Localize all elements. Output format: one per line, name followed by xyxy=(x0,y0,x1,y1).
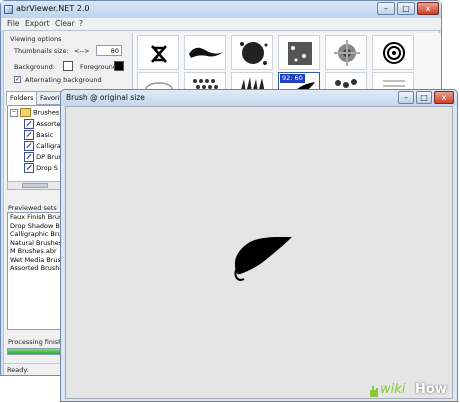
sponge-brush-icon xyxy=(288,42,312,65)
brush-file-icon xyxy=(24,163,34,173)
thumbnail[interactable] xyxy=(372,35,414,70)
thumbnail-size-label: 92: 60 xyxy=(280,74,305,83)
foreground-color-swatch[interactable] xyxy=(114,61,124,71)
tree-item[interactable]: Assorted xyxy=(24,119,64,130)
splatter-brush-icon xyxy=(240,42,268,65)
wikihow-watermark: wiki How xyxy=(368,381,458,401)
main-title-bar[interactable]: abrViewer.NET 2.0 – □ x xyxy=(1,1,441,18)
previewed-item[interactable]: Natural Brushes 2 xyxy=(8,239,64,248)
watermark-part2: How xyxy=(415,382,447,397)
popup-minimize-button[interactable]: – xyxy=(398,91,414,104)
brush-file-icon xyxy=(24,152,34,162)
brush-file-icon xyxy=(24,141,34,151)
background-label: Background: xyxy=(14,63,55,71)
menu-export[interactable]: Export xyxy=(25,19,50,28)
previewed-item[interactable]: Wet Media Brushes xyxy=(8,256,64,265)
spiral-brush-icon xyxy=(383,42,405,64)
hand-icon xyxy=(370,386,378,397)
previewed-item[interactable]: M Brushes.abr xyxy=(8,247,64,256)
tree-item-label: Drop S xyxy=(36,164,58,172)
brush-window-title-bar[interactable]: Brush @ original size – □ x xyxy=(61,90,457,106)
flower-brush-icon xyxy=(334,40,360,66)
previewed-item[interactable]: Faux Finish Brushes xyxy=(8,213,64,222)
thumb-size-input[interactable]: 80 xyxy=(96,45,122,56)
brush-window-title: Brush @ original size xyxy=(66,93,145,102)
thumbnail[interactable] xyxy=(184,35,226,70)
previewed-item[interactable]: Drop Shadow Brushes xyxy=(8,222,64,231)
tree-item[interactable]: Calligraphic xyxy=(24,141,64,152)
tree-item[interactable]: Basic xyxy=(24,130,53,141)
thumbnail[interactable] xyxy=(278,35,320,70)
viewing-options-label: Viewing options xyxy=(10,35,62,43)
previewed-sets-list: Faux Finish Brushes Drop Shadow Brushes … xyxy=(7,212,65,330)
watermark-part1: wiki xyxy=(380,382,406,397)
tree-item-label: Basic xyxy=(36,131,54,139)
thumbnail[interactable] xyxy=(231,35,273,70)
thumbnail[interactable] xyxy=(137,35,179,70)
brush-file-icon xyxy=(24,119,34,129)
menu-file[interactable]: File xyxy=(7,19,20,28)
tab-folders[interactable]: Folders xyxy=(6,91,38,105)
brush-file-icon xyxy=(24,130,34,140)
menu-help[interactable]: ? xyxy=(79,19,83,28)
popup-maximize-button[interactable]: □ xyxy=(416,91,432,104)
scrollbar-thumb[interactable] xyxy=(22,183,48,188)
folder-icon xyxy=(20,108,32,117)
folder-tree: − Brushes Assorted Basic Calligraphic DP… xyxy=(7,105,65,190)
tree-horizontal-scrollbar[interactable] xyxy=(7,181,65,190)
tree-item[interactable]: DP Brushes xyxy=(24,152,64,163)
previewed-item[interactable]: Calligraphic Brushes xyxy=(8,230,64,239)
tab-strip: Folders Favorites xyxy=(6,91,74,105)
minimize-button[interactable]: – xyxy=(377,2,395,15)
app-icon xyxy=(4,5,13,14)
main-window-title: abrViewer.NET 2.0 xyxy=(16,4,90,13)
menu-clear[interactable]: Clear xyxy=(55,19,75,28)
close-button[interactable]: x xyxy=(417,2,439,15)
maximize-button[interactable]: □ xyxy=(397,2,415,15)
alternating-background-label: Alternating background xyxy=(25,76,102,84)
alternating-background-checkbox[interactable]: ✓ xyxy=(14,76,21,83)
tree-root[interactable]: − Brushes xyxy=(10,108,59,119)
status-text: Ready. xyxy=(7,366,29,374)
tree-item[interactable]: Drop S xyxy=(24,163,58,174)
thumb-size-label: Thumbnails size: xyxy=(14,47,69,55)
leaf-brush-shape xyxy=(234,236,292,281)
previewed-sets-label: Previewed sets xyxy=(8,204,57,212)
brush-canvas xyxy=(65,106,453,399)
thumbnail[interactable] xyxy=(325,35,367,70)
viewing-options-group: Viewing options Thumbnails size: <--> 80… xyxy=(8,35,124,86)
progress-fill xyxy=(8,349,62,354)
brush-preview-window: Brush @ original size – □ x xyxy=(60,89,458,402)
popup-close-button[interactable]: x xyxy=(434,91,454,104)
x-brush-icon xyxy=(151,45,167,63)
scribble-brush-icon xyxy=(189,47,223,58)
menu-bar: File Export Clear ? xyxy=(1,18,441,30)
collapse-icon[interactable]: − xyxy=(10,108,18,117)
thumb-size-arrow: <--> xyxy=(74,47,90,55)
background-color-swatch[interactable] xyxy=(63,61,73,71)
progress-bar xyxy=(7,348,65,355)
tree-root-label: Brushes xyxy=(33,108,60,117)
previewed-item[interactable]: Assorted Brushes.abr xyxy=(8,264,64,273)
